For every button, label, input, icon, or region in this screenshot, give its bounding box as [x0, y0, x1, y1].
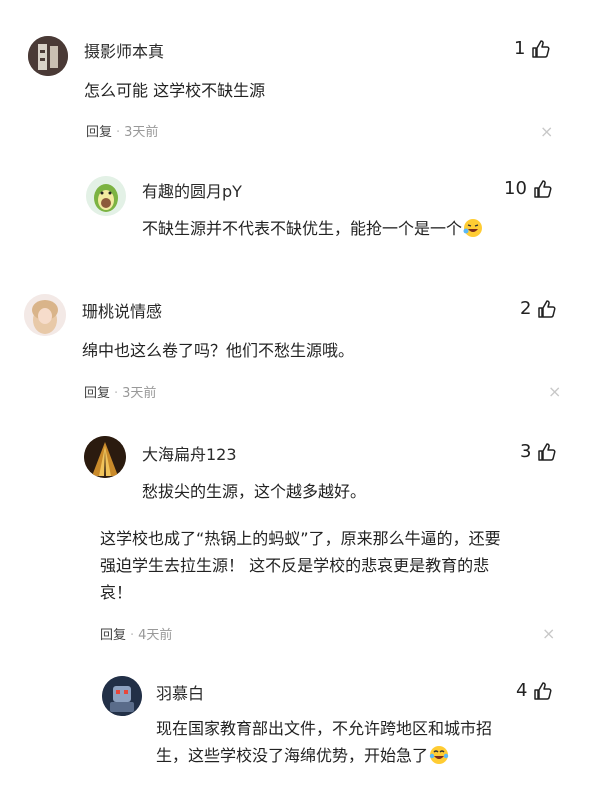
reply-username[interactable]: 羽慕白	[156, 680, 204, 704]
close-icon[interactable]: ×	[548, 382, 561, 401]
like-count: 1	[514, 38, 526, 59]
avatar[interactable]	[28, 36, 68, 76]
comment-text-line: 强迫学生去拉生源！ 这不反是学校的悲哀更是教育的悲	[100, 556, 490, 575]
user-photo-icon	[28, 36, 68, 76]
like-button[interactable]: 10	[504, 178, 553, 199]
avatar[interactable]	[24, 294, 66, 336]
road-photo-avatar-icon	[84, 436, 126, 478]
robot-avatar-icon	[102, 676, 142, 716]
like-button[interactable]: 3	[520, 441, 557, 462]
tears-of-joy-emoji-icon	[429, 746, 449, 764]
comment-time: 3天前	[122, 386, 157, 401]
avatar[interactable]	[102, 676, 142, 716]
reply-text-line: 现在国家教育部出文件，不允许跨地区和城市招	[156, 719, 493, 738]
thumbs-up-icon	[532, 39, 550, 58]
avatar[interactable]	[86, 176, 126, 216]
comment-meta: 回复 · 4天前	[100, 628, 173, 643]
comment-text: 绵中也这么卷了吗？他们不愁生源哦。	[82, 341, 355, 360]
close-icon[interactable]: ×	[540, 122, 553, 141]
comment-time: 4天前	[138, 628, 173, 643]
like-button[interactable]: 4	[516, 680, 553, 701]
comment-text: 怎么可能 这学校不缺生源	[84, 81, 266, 100]
reply-text: 愁拔尖的生源，这个越多越好。	[142, 482, 367, 501]
reply-text: 不缺生源并不代表不缺优生，能抢一个是一个	[142, 215, 483, 242]
comment-meta: 回复 · 3天前	[84, 386, 157, 401]
like-count: 3	[520, 441, 532, 462]
reply-username[interactable]: 大海扁舟123	[142, 441, 237, 465]
like-count: 4	[516, 680, 528, 701]
comment-meta: 回复 · 3天前	[86, 125, 159, 140]
close-icon[interactable]: ×	[542, 624, 555, 643]
thumbs-up-icon	[534, 681, 552, 700]
reply-button[interactable]: 回复	[100, 628, 126, 643]
comment-text-line: 哀！	[100, 583, 133, 602]
comment-username[interactable]: 摄影师本真	[84, 38, 164, 62]
user-photo-icon	[24, 294, 66, 336]
thumbs-up-icon	[534, 179, 552, 198]
comment-text-line: 这学校也成了“热锅上的蚂蚁”了，原来那么牛逼的，还要	[100, 529, 501, 548]
avatar[interactable]	[84, 436, 126, 478]
like-button[interactable]: 1	[514, 38, 551, 59]
like-button[interactable]: 2	[520, 298, 557, 319]
reply-button[interactable]: 回复	[84, 386, 110, 401]
like-count: 10	[504, 178, 527, 199]
like-count: 2	[520, 298, 532, 319]
thumbs-up-icon	[538, 442, 556, 461]
comment-time: 3天前	[124, 125, 159, 140]
comment-username[interactable]: 珊桃说情感	[82, 298, 162, 322]
reply-text-line: 生，这些学校没了海绵优势，开始急了	[156, 742, 449, 769]
reply-button[interactable]: 回复	[86, 125, 112, 140]
avocado-avatar-icon	[86, 176, 126, 216]
thumbs-up-icon	[538, 299, 556, 318]
laughing-emoji-icon	[463, 219, 483, 237]
reply-username[interactable]: 有趣的圆月pY	[142, 178, 242, 202]
